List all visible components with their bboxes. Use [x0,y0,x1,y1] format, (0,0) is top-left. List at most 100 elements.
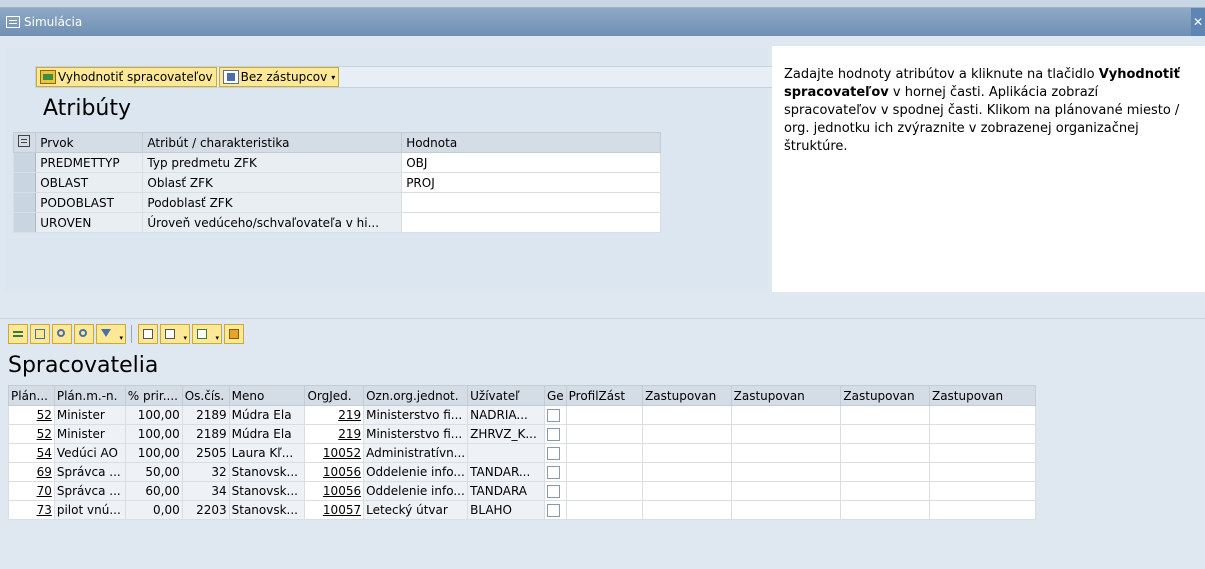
empty-cell [928,462,1037,482]
plan-position-link[interactable]: 69 [8,462,55,482]
col-deputized-4[interactable]: Zastupovan [928,385,1037,406]
table-row[interactable]: 70 Správca ... 60,00 34 Stanovsk... 10056 Odde… [8,481,1037,501]
col-deputized-3[interactable]: Zastupovan [840,385,930,406]
attribute-value-input[interactable] [401,212,661,233]
org-unit-link[interactable]: 10052 [304,443,365,463]
sort-descending-button[interactable] [30,324,50,344]
user-name: ZHRVZ_K... [467,424,545,444]
toolbar-separator [131,325,133,343]
table-row[interactable]: 52 Minister 100,00 2189 Múdra Ela 219 Minister… [8,405,1037,425]
empty-cell [565,481,644,501]
close-icon[interactable]: ✕ [1191,8,1205,36]
org-unit-link[interactable]: 219 [304,405,365,425]
col-org-unit-name[interactable]: Ozn.org.jednot. [363,385,469,406]
person-name: Stanovsk... [228,481,306,501]
org-unit-link[interactable]: 10056 [304,481,365,501]
col-plan-name[interactable]: Plán.m.-n. [53,385,126,406]
table-row[interactable]: 73 pilot vnú... 0,00 2203 Stanovsk... 10057 Le… [8,500,1037,520]
org-unit-link[interactable]: 10057 [304,500,365,520]
org-unit-name: Ministerstvo fi... [363,424,469,444]
ge-checkbox[interactable] [546,466,560,479]
plan-position-name: Minister [53,405,126,425]
no-deputies-label: Bez zástupcov [240,70,328,84]
plan-position-link[interactable]: 54 [8,443,55,463]
chevron-down-icon[interactable]: ▾ [331,73,335,82]
user-name: NADRIA... [467,405,545,425]
percent-value: 60,00 [124,481,183,501]
ge-checkbox[interactable] [546,428,560,441]
attribute-name: Úroveň vedúceho/schvaľovateľa v hi... [142,212,403,233]
empty-cell [565,462,644,482]
org-unit-name: Oddelenie info... [363,481,469,501]
plan-position-link[interactable]: 73 [8,500,55,520]
filter-button[interactable]: ▾ [96,324,126,344]
personal-number: 2189 [181,424,230,444]
empty-cell [840,443,930,463]
chevron-down-icon: ▾ [183,334,187,342]
filter-icon [101,329,111,337]
org-unit-name: Administratívn... [363,443,469,463]
col-deputized-1[interactable]: Zastupovan [642,385,732,406]
attribute-value-input[interactable]: PROJ [401,172,661,193]
empty-cell [840,405,930,425]
col-name[interactable]: Meno [228,385,306,406]
user-name: TANDAR... [467,462,545,482]
row-selector[interactable] [12,212,37,233]
alv-toolbar: ▾ ▾ ▾ [8,323,244,345]
col-org-unit[interactable]: OrgJed. [304,385,365,406]
find-button[interactable] [52,324,72,344]
row-selector[interactable] [12,152,37,173]
layout-settings-cell[interactable] [12,132,37,153]
table-row[interactable]: 54 Vedúci AO 100,00 2505 Laura Kľ... 10052 Adm… [8,443,1037,463]
no-deputies-button[interactable]: Bez zástupcov ▾ [218,67,340,87]
org-unit-name: Ministerstvo fi... [363,405,469,425]
col-prvok[interactable]: Prvok [35,132,144,153]
layout-button[interactable] [224,324,244,344]
personal-number: 32 [181,462,230,482]
col-user[interactable]: Užívateľ [467,385,545,406]
plan-position-link[interactable]: 52 [8,424,55,444]
plan-position-name: Vedúci AO [53,443,126,463]
layout-icon[interactable] [18,135,30,147]
plan-position-link[interactable]: 70 [8,481,55,501]
ge-checkbox[interactable] [546,485,560,498]
sort-ascending-button[interactable] [8,324,28,344]
percent-value: 100,00 [124,424,183,444]
ge-checkbox[interactable] [546,504,560,517]
ge-checkbox[interactable] [546,409,560,422]
col-profile-deputy[interactable]: ProfilZást [565,385,644,406]
col-deputized-2[interactable]: Zastupovan [730,385,842,406]
plan-position-name: Minister [53,424,126,444]
export-button[interactable]: ▾ [192,324,222,344]
top-strip [0,0,1205,8]
attribute-value-input[interactable] [401,192,661,213]
ge-checkbox[interactable] [546,447,560,460]
empty-cell [928,500,1037,520]
row-selector[interactable] [12,192,37,213]
evaluate-processors-button[interactable]: Vyhodnotiť spracovateľov [36,67,217,87]
user-name: BLAHO [467,500,545,520]
plan-position-link[interactable]: 52 [8,405,55,425]
empty-cell [642,405,732,425]
empty-cell [565,443,644,463]
org-unit-link[interactable]: 219 [304,424,365,444]
col-ge[interactable]: Ge [543,385,567,406]
col-percent[interactable]: % prir.... [124,385,183,406]
grid-layout-icon [229,329,239,339]
col-plan[interactable]: Plán... [8,385,55,406]
table-row[interactable]: 69 Správca ... 50,00 32 Stanovsk... 10056 Odde… [8,462,1037,482]
empty-cell [730,443,842,463]
empty-cell [840,500,930,520]
empty-cell [565,405,644,425]
find-next-button[interactable] [74,324,94,344]
print-button[interactable] [138,324,158,344]
attribute-value-input[interactable]: OBJ [401,152,661,173]
col-atribut[interactable]: Atribút / charakteristika [142,132,403,153]
plan-position-name: Správca ... [53,462,126,482]
table-row[interactable]: 52 Minister 100,00 2189 Múdra Ela 219 Minister… [8,424,1037,444]
views-button[interactable]: ▾ [160,324,190,344]
org-unit-link[interactable]: 10056 [304,462,365,482]
col-personal-number[interactable]: Os.čís. [181,385,230,406]
row-selector[interactable] [12,172,37,193]
col-hodnota[interactable]: Hodnota [401,132,661,153]
